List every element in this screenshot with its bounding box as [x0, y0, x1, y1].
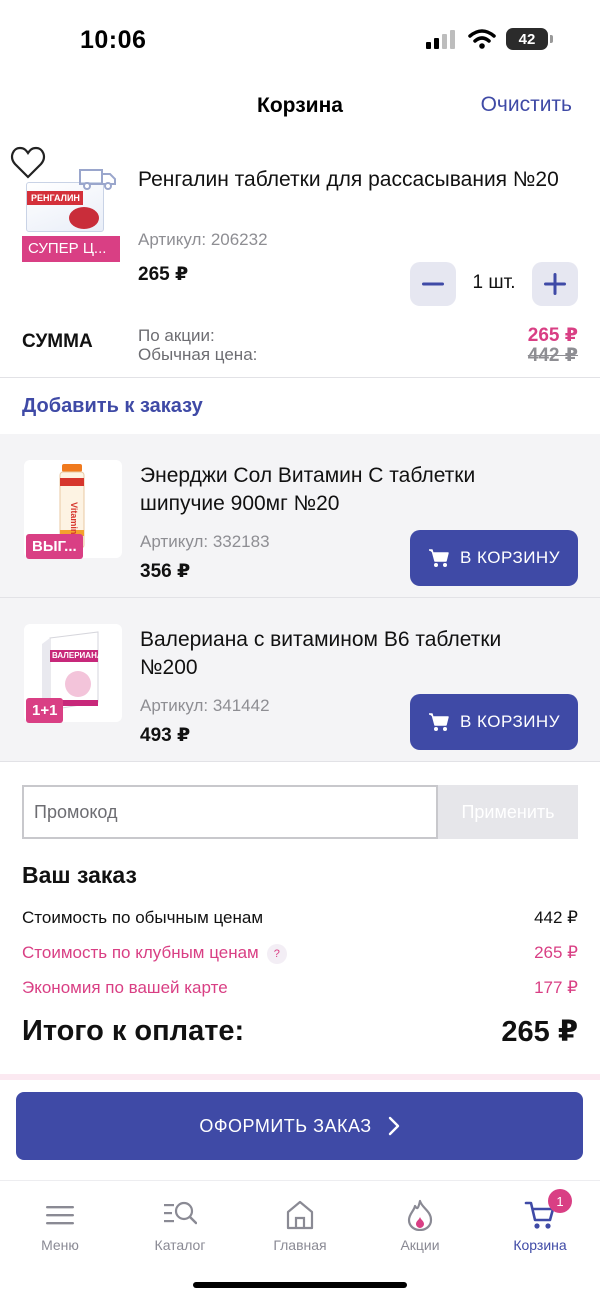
recommendation-card: ВАЛЕРИАНА 1+1 Валериана с витамином В6 т… — [0, 598, 600, 762]
summary-row-club: Стоимость по клубным ценам? 265 ₽ — [22, 943, 578, 964]
product-image[interactable]: РЕНГАЛИН СУПЕР Ц... — [22, 164, 120, 262]
signal-icon — [426, 30, 455, 49]
product-sku: Артикул: 206232 — [138, 230, 268, 249]
add-to-order-title: Добавить к заказу — [22, 395, 203, 417]
tab-label: Меню — [41, 1237, 79, 1253]
quantity-decrease-button[interactable] — [410, 262, 456, 306]
clear-cart-button[interactable]: Очистить — [481, 93, 572, 117]
product-name[interactable]: Ренгалин таблетки для рассасывания №20 — [138, 166, 578, 194]
status-bar: 10:06 42 — [0, 0, 600, 82]
tab-cart[interactable]: 1 Корзина — [490, 1189, 590, 1253]
delivery-truck-icon — [79, 169, 116, 190]
promo-badge: СУПЕР Ц... — [22, 236, 120, 262]
quantity-value: 1 шт. — [472, 272, 516, 293]
summary-value: 177 ₽ — [534, 978, 578, 997]
home-icon — [286, 1200, 314, 1230]
battery-icon: 42 — [506, 28, 553, 50]
menu-icon — [46, 1206, 74, 1225]
summary-row-savings: Экономия по вашей карте 177 ₽ — [22, 978, 578, 998]
cart-icon — [428, 549, 449, 567]
tab-catalog[interactable]: Каталог — [130, 1195, 230, 1253]
summary-label: Стоимость по клубным ценам — [22, 943, 259, 962]
product-price: 265 ₽ — [138, 264, 189, 285]
product-price: 493 ₽ — [140, 725, 191, 746]
checkout-label: ОФОРМИТЬ ЗАКАЗ — [199, 1115, 372, 1136]
quantity-increase-button[interactable] — [532, 262, 578, 306]
summary-label: Стоимость по обычным ценам — [22, 908, 264, 927]
plus-icon — [544, 273, 566, 295]
summary-row-regular: Стоимость по обычным ценам 442 ₽ — [22, 908, 578, 928]
summary-value: 442 ₽ — [534, 908, 578, 927]
promo-price-label: По акции: — [138, 326, 215, 345]
sum-label: СУММА — [22, 331, 93, 352]
divider — [0, 1074, 600, 1080]
order-summary-title: Ваш заказ — [22, 862, 137, 888]
package-label: РЕНГАЛИН — [27, 191, 83, 205]
chevron-right-icon — [388, 1116, 399, 1136]
tab-label: Каталог — [154, 1237, 206, 1253]
cart-item: РЕНГАЛИН СУПЕР Ц... Ренгалин таблетки дл… — [0, 140, 600, 378]
status-icons: 42 — [426, 28, 553, 50]
promo-badge: 1+1 — [26, 698, 64, 723]
product-sku: Артикул: 341442 — [140, 696, 270, 715]
product-name[interactable]: Энерджи Сол Витамин С таблетки шипучие 9… — [140, 462, 560, 518]
total-value: 265 ₽ — [501, 1016, 578, 1048]
tab-home[interactable]: Главная — [250, 1195, 350, 1253]
package-pill — [69, 207, 99, 229]
home-indicator — [193, 1282, 407, 1288]
summary-value: 265 ₽ — [534, 943, 578, 963]
minus-icon — [422, 282, 444, 286]
apply-promo-button[interactable]: Применить — [438, 785, 578, 839]
product-price: 356 ₽ — [140, 561, 191, 582]
catalog-search-icon — [164, 1201, 197, 1225]
status-time: 10:06 — [80, 26, 147, 54]
add-to-cart-button[interactable]: В КОРЗИНУ — [410, 694, 578, 750]
summary-label: Экономия по вашей карте — [22, 978, 228, 997]
info-hint-icon[interactable]: ? — [266, 943, 287, 964]
regular-price-label: Обычная цена: — [138, 345, 258, 364]
add-to-cart-label: В КОРЗИНУ — [459, 712, 561, 731]
tab-label: Акции — [400, 1237, 440, 1253]
promo-code-input[interactable] — [22, 785, 438, 839]
tab-menu[interactable]: Меню — [10, 1195, 110, 1253]
checkout-button[interactable]: ОФОРМИТЬ ЗАКАЗ — [16, 1092, 583, 1160]
flame-icon — [407, 1199, 433, 1231]
tab-label: Главная — [273, 1237, 327, 1253]
promo-badge: ВЫГ... — [26, 534, 83, 559]
recommendation-card: Vitamin C ВЫГ... Энерджи Сол Витамин С т… — [0, 434, 600, 598]
cart-count-badge: 1 — [548, 1189, 572, 1213]
tab-promotions[interactable]: Акции — [370, 1195, 470, 1253]
cart-icon — [428, 713, 449, 731]
tab-label: Корзина — [513, 1237, 567, 1253]
add-to-cart-label: В КОРЗИНУ — [459, 548, 561, 567]
product-name[interactable]: Валериана с витамином В6 таблетки №200 — [140, 626, 560, 682]
total-label: Итого к оплате: — [22, 1015, 245, 1047]
wifi-icon — [468, 29, 496, 49]
add-to-cart-button[interactable]: В КОРЗИНУ — [410, 530, 578, 586]
regular-price-value: 442 ₽ — [527, 345, 578, 366]
total-row: Итого к оплате: 265 ₽ — [22, 1014, 578, 1049]
page-header: Корзина Очистить — [0, 82, 600, 130]
product-sku: Артикул: 332183 — [140, 532, 270, 551]
package-label: ВАЛЕРИАНА — [52, 651, 103, 660]
